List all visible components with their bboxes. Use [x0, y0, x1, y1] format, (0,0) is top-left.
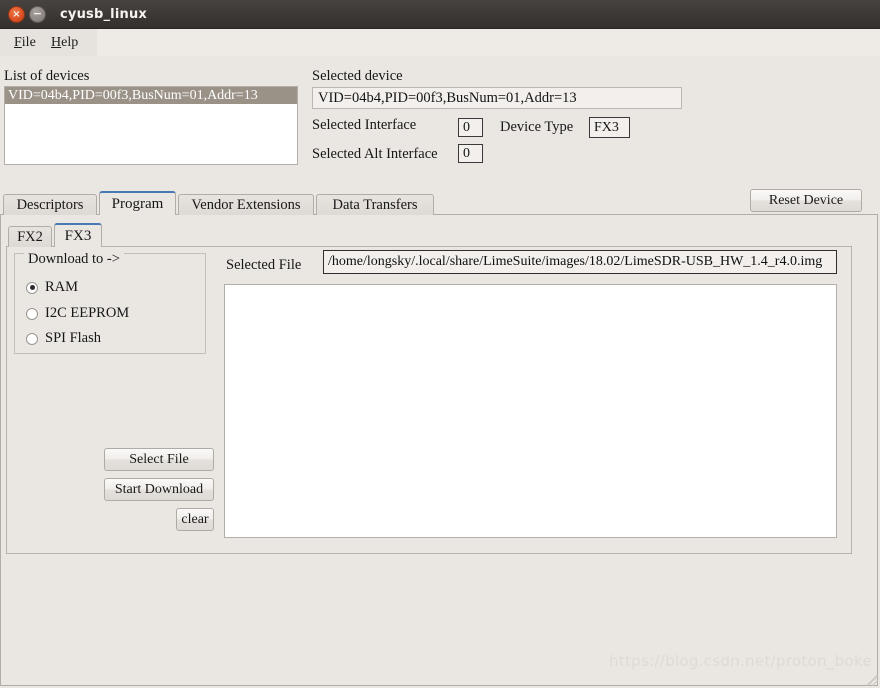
menu-item-help[interactable]: Help — [46, 33, 83, 53]
window-title: cyusb_linux — [60, 6, 147, 22]
tab-vendor-extensions[interactable]: Vendor Extensions — [178, 194, 314, 215]
radio-ram-label: RAM — [45, 279, 79, 295]
selected-file-label: Selected File — [226, 257, 302, 273]
download-to-groupbox-title: Download to -> — [24, 252, 124, 267]
device-list[interactable]: VID=04b4,PID=00f3,BusNum=01,Addr=13 — [4, 86, 298, 165]
device-type-value: FX3 — [589, 117, 630, 138]
tab-program[interactable]: Program — [99, 191, 176, 215]
radio-ram[interactable]: RAM — [26, 279, 78, 296]
tab-data-transfers[interactable]: Data Transfers — [316, 194, 434, 215]
tab-fx3[interactable]: FX3 — [54, 223, 102, 247]
close-icon[interactable]: × — [8, 5, 25, 23]
menu-file-rest: ile — [21, 35, 36, 50]
selected-device-label: Selected device — [312, 68, 403, 84]
radio-i2c-eeprom[interactable]: I2C EEPROM — [26, 305, 129, 322]
selected-interface-value[interactable]: 0 — [458, 118, 483, 137]
start-download-button[interactable]: Start Download — [104, 478, 214, 501]
radio-unselected-icon — [26, 332, 38, 345]
selected-interface-label: Selected Interface — [312, 117, 417, 133]
select-file-button[interactable]: Select File — [104, 448, 214, 471]
tab-fx2[interactable]: FX2 — [8, 226, 52, 247]
radio-unselected-icon — [26, 307, 38, 320]
menu-bar: File Help — [0, 29, 880, 56]
output-text-area[interactable] — [224, 284, 837, 538]
title-bar: × − cyusb_linux — [0, 0, 880, 29]
menu-help-mnemonic: H — [51, 35, 62, 50]
radio-spi-flash[interactable]: SPI Flash — [26, 330, 101, 347]
radio-i2c-eeprom-label: I2C EEPROM — [45, 305, 130, 321]
minimize-icon[interactable]: − — [29, 5, 46, 23]
tab-descriptors[interactable]: Descriptors — [3, 194, 97, 215]
application-window: × − cyusb_linux File Help List of device… — [0, 0, 880, 688]
sub-tab-strip: FX2 FX3 — [8, 223, 868, 247]
resize-grip[interactable] — [862, 670, 878, 686]
menu-file-mnemonic: F — [14, 35, 22, 50]
device-type-label: Device Type — [500, 119, 574, 135]
radio-spi-flash-label: SPI Flash — [45, 330, 102, 346]
selected-device-value[interactable]: VID=04b4,PID=00f3,BusNum=01,Addr=13 — [312, 87, 682, 109]
watermark-text: https://blog.csdn.net/proton_boke — [608, 652, 872, 670]
clear-button[interactable]: clear — [176, 508, 214, 531]
menu-help-rest: elp — [61, 35, 79, 50]
main-tab-strip: Descriptors Program Vendor Extensions Da… — [0, 191, 880, 215]
minimize-glyph: − — [32, 6, 43, 20]
radio-selected-icon — [26, 281, 38, 294]
selected-alt-interface-label: Selected Alt Interface — [312, 146, 438, 162]
list-of-devices-label: List of devices — [4, 68, 90, 84]
menu-item-file[interactable]: File — [9, 33, 41, 53]
selected-alt-interface-value[interactable]: 0 — [458, 144, 483, 163]
close-glyph: × — [12, 8, 21, 20]
list-item[interactable]: VID=04b4,PID=00f3,BusNum=01,Addr=13 — [5, 87, 297, 104]
selected-file-input[interactable]: /home/longsky/.local/share/LimeSuite/ima… — [323, 250, 837, 274]
